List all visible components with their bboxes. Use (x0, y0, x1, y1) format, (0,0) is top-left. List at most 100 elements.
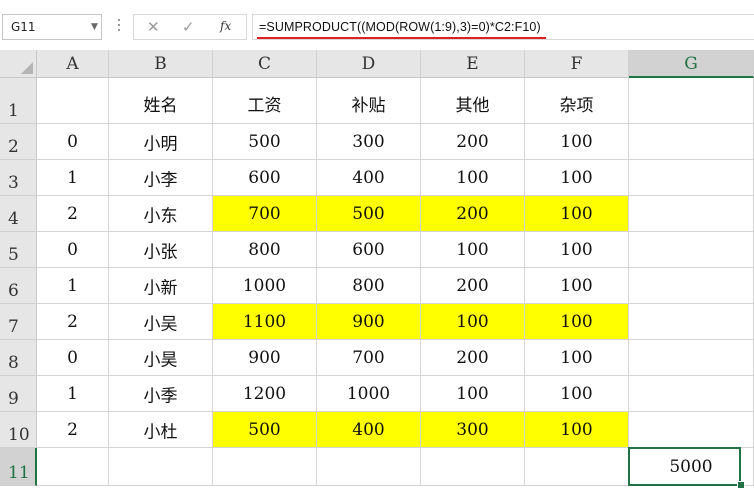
cell-e11[interactable] (421, 448, 525, 486)
cell-g6[interactable] (629, 268, 754, 304)
cell-a8[interactable]: 0 (37, 340, 109, 376)
cell-b7[interactable]: 小吴 (109, 304, 213, 340)
cell-e2[interactable]: 200 (421, 124, 525, 160)
cell-d11[interactable] (317, 448, 421, 486)
row-header-3[interactable]: 3 (0, 160, 37, 196)
cell-g10[interactable] (629, 412, 754, 448)
row-header-2[interactable]: 2 (0, 124, 37, 160)
cell-g9[interactable] (629, 376, 754, 412)
column-header-e[interactable]: E (421, 50, 525, 78)
cell-b3[interactable]: 小李 (109, 160, 213, 196)
cell-a5[interactable]: 0 (37, 232, 109, 268)
cell-c1[interactable]: 工资 (213, 78, 317, 124)
cancel-icon[interactable]: ✕ (147, 18, 160, 36)
cell-g8[interactable] (629, 340, 754, 376)
cell-c2[interactable]: 500 (213, 124, 317, 160)
cell-f10[interactable]: 100 (525, 412, 629, 448)
cell-a4[interactable]: 2 (37, 196, 109, 232)
cell-b6[interactable]: 小新 (109, 268, 213, 304)
cell-d5[interactable]: 600 (317, 232, 421, 268)
cell-f3[interactable]: 100 (525, 160, 629, 196)
cell-b10[interactable]: 小杜 (109, 412, 213, 448)
row-header-1[interactable]: 1 (0, 78, 37, 124)
cell-g5[interactable] (629, 232, 754, 268)
cell-a1[interactable] (37, 78, 109, 124)
cell-a6[interactable]: 1 (37, 268, 109, 304)
cell-b1[interactable]: 姓名 (109, 78, 213, 124)
cell-g11[interactable]: 5000 (629, 448, 754, 486)
cell-c9[interactable]: 1200 (213, 376, 317, 412)
row-header-10[interactable]: 10 (0, 412, 37, 448)
cell-a9[interactable]: 1 (37, 376, 109, 412)
cell-e5[interactable]: 100 (421, 232, 525, 268)
cell-d2[interactable]: 300 (317, 124, 421, 160)
cell-g4[interactable] (629, 196, 754, 232)
cell-e3[interactable]: 100 (421, 160, 525, 196)
cell-c6[interactable]: 1000 (213, 268, 317, 304)
cell-f11[interactable] (525, 448, 629, 486)
cell-d4[interactable]: 500 (317, 196, 421, 232)
row-header-9[interactable]: 9 (0, 376, 37, 412)
cell-c11[interactable] (213, 448, 317, 486)
cell-d10[interactable]: 400 (317, 412, 421, 448)
row-header-5[interactable]: 5 (0, 232, 37, 268)
fill-handle[interactable] (737, 481, 745, 489)
column-header-c[interactable]: C (213, 50, 317, 78)
cell-c4[interactable]: 700 (213, 196, 317, 232)
name-box[interactable]: G11 ▼ (2, 14, 102, 40)
insert-function-icon[interactable]: fx (220, 19, 231, 33)
cell-d9[interactable]: 1000 (317, 376, 421, 412)
select-all-corner[interactable] (0, 50, 37, 78)
cell-b2[interactable]: 小明 (109, 124, 213, 160)
cell-b4[interactable]: 小东 (109, 196, 213, 232)
cell-c10[interactable]: 500 (213, 412, 317, 448)
cell-d8[interactable]: 700 (317, 340, 421, 376)
cell-a3[interactable]: 1 (37, 160, 109, 196)
cell-f8[interactable]: 100 (525, 340, 629, 376)
cell-e4[interactable]: 200 (421, 196, 525, 232)
cell-e9[interactable]: 100 (421, 376, 525, 412)
cell-g2[interactable] (629, 124, 754, 160)
column-header-a[interactable]: A (37, 50, 109, 78)
cell-a7[interactable]: 2 (37, 304, 109, 340)
cell-g3[interactable] (629, 160, 754, 196)
cell-f9[interactable]: 100 (525, 376, 629, 412)
row-header-6[interactable]: 6 (0, 268, 37, 304)
cell-a10[interactable]: 2 (37, 412, 109, 448)
enter-icon[interactable]: ✓ (182, 18, 195, 36)
cell-g7[interactable] (629, 304, 754, 340)
cell-f4[interactable]: 100 (525, 196, 629, 232)
column-header-g[interactable]: G (629, 50, 754, 78)
row-header-8[interactable]: 8 (0, 340, 37, 376)
cell-e6[interactable]: 200 (421, 268, 525, 304)
cell-b8[interactable]: 小昊 (109, 340, 213, 376)
cell-c7[interactable]: 1100 (213, 304, 317, 340)
column-header-b[interactable]: B (109, 50, 213, 78)
cell-b11[interactable] (109, 448, 213, 486)
cell-f7[interactable]: 100 (525, 304, 629, 340)
cell-c3[interactable]: 600 (213, 160, 317, 196)
column-header-f[interactable]: F (525, 50, 629, 78)
chevron-down-icon[interactable]: ▼ (91, 22, 98, 32)
column-header-d[interactable]: D (317, 50, 421, 78)
cell-f5[interactable]: 100 (525, 232, 629, 268)
cell-d1[interactable]: 补贴 (317, 78, 421, 124)
cell-c8[interactable]: 900 (213, 340, 317, 376)
cell-e8[interactable]: 200 (421, 340, 525, 376)
cell-a11[interactable] (37, 448, 109, 486)
cell-d6[interactable]: 800 (317, 268, 421, 304)
cell-d7[interactable]: 900 (317, 304, 421, 340)
row-header-7[interactable]: 7 (0, 304, 37, 340)
cell-e7[interactable]: 100 (421, 304, 525, 340)
cell-f2[interactable]: 100 (525, 124, 629, 160)
cell-b9[interactable]: 小季 (109, 376, 213, 412)
cell-b5[interactable]: 小张 (109, 232, 213, 268)
cell-g1[interactable] (629, 78, 754, 124)
cell-d3[interactable]: 400 (317, 160, 421, 196)
cell-e10[interactable]: 300 (421, 412, 525, 448)
cell-e1[interactable]: 其他 (421, 78, 525, 124)
row-header-11[interactable]: 11 (0, 448, 37, 486)
cell-f6[interactable]: 100 (525, 268, 629, 304)
cell-f1[interactable]: 杂项 (525, 78, 629, 124)
cell-a2[interactable]: 0 (37, 124, 109, 160)
